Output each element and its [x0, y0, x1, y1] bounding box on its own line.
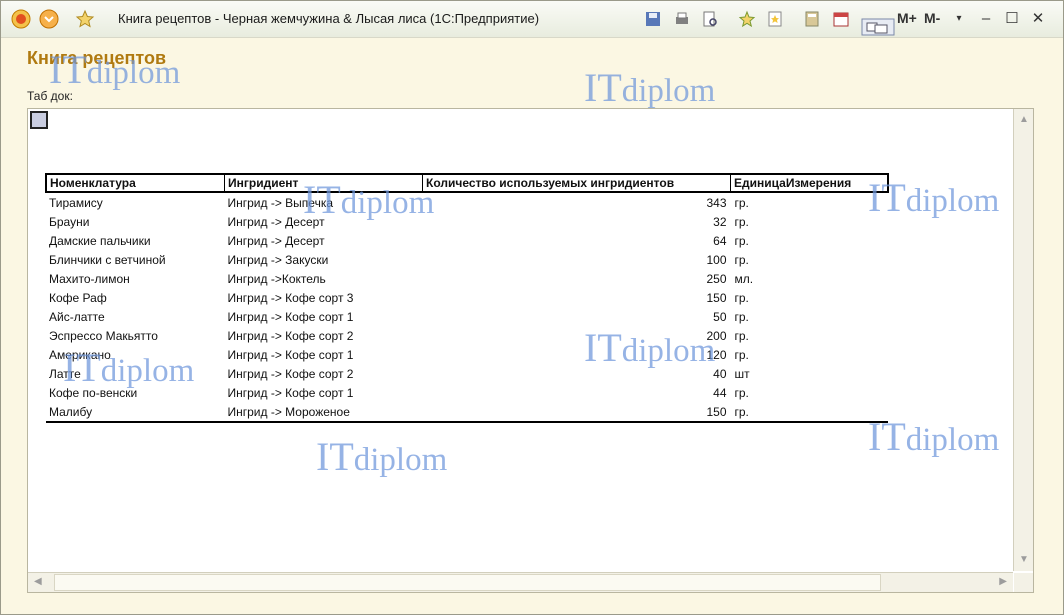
cell-ingredient: Ингрид -> Десерт [227, 233, 325, 248]
window-title: Книга рецептов - Черная жемчужина & Лыса… [118, 11, 540, 26]
toolbar-dropdown-icon[interactable]: ▾ [949, 9, 969, 29]
horizontal-scroll-thumb[interactable] [54, 574, 881, 591]
header-quantity[interactable]: Количество используемых ингридиентов [422, 173, 731, 193]
cell-unit: гр. [734, 195, 749, 210]
cell-unit: шт [734, 366, 750, 381]
cell-quantity: 150 [422, 402, 731, 423]
cell-unit: гр. [734, 347, 749, 362]
form-title: Книга рецептов [27, 48, 167, 68]
cell-unit: мл. [734, 271, 754, 286]
doc-field-label: Таб док: [27, 89, 73, 103]
cell-nomenclature: Эспрессо Макьятто [49, 328, 158, 343]
cell-unit: гр. [734, 233, 749, 248]
cell-unit: гр. [734, 252, 749, 267]
cell-nomenclature: Махито-лимон [49, 271, 130, 286]
maximize-icon[interactable]: ☐ [1002, 9, 1022, 29]
table-row[interactable]: Айс-латте Ингрид -> Кофе сорт 1 50 гр. [46, 307, 888, 326]
cell-nomenclature: Брауни [49, 214, 90, 229]
cell-ingredient: Ингрид -> Кофе сорт 2 [227, 328, 354, 343]
cell-ingredient: Ингрид -> Кофе сорт 2 [227, 366, 354, 381]
scroll-up-icon[interactable]: ▲ [1019, 114, 1029, 126]
memory-minus-button[interactable]: M- [924, 10, 940, 26]
table-header-row: Номенклатура Ингридиент Количество испол… [45, 173, 889, 193]
scroll-down-icon[interactable]: ▼ [1019, 554, 1029, 566]
cell-ingredient: Ингрид -> Кофе сорт 1 [227, 309, 354, 324]
calculator-icon[interactable] [803, 10, 821, 28]
print-preview-icon[interactable] [701, 10, 719, 28]
print-icon[interactable] [673, 10, 691, 28]
table-row[interactable]: Дамские пальчики Ингрид -> Десерт 64 гр. [46, 231, 888, 250]
cell-ingredient: Ингрид -> Кофе сорт 1 [227, 385, 354, 400]
cell-quantity: 150 [706, 290, 727, 305]
recipes-table: Номенклатура Ингридиент Количество испол… [45, 173, 889, 423]
table-row[interactable]: Кофе по-венски Ингрид -> Кофе сорт 1 44 гр. [46, 383, 888, 402]
cell-unit: гр. [734, 290, 749, 305]
minimize-icon[interactable]: – [976, 9, 996, 29]
spreadsheet-document[interactable]: Номенклатура Ингридиент Количество испол… [27, 108, 1034, 593]
calendar-icon[interactable] [832, 10, 850, 28]
cell-nomenclature: Блинчики с ветчиной [49, 252, 166, 267]
save-icon[interactable] [644, 10, 662, 28]
cell-quantity: 32 [713, 214, 727, 229]
cell-nomenclature: Латте [49, 366, 81, 381]
cell-unit: гр. [734, 309, 749, 324]
cell-nomenclature: Малибу [46, 402, 225, 423]
cell-quantity: 120 [706, 347, 727, 362]
cell-ingredient: Ингрид -> Кофе сорт 3 [227, 290, 354, 305]
cell-quantity: 343 [706, 195, 727, 210]
cell-ingredient: Ингрид -> Мороженое [224, 402, 423, 423]
table-row[interactable]: Блинчики с ветчиной Ингрид -> Закуски 100 г… [46, 250, 888, 269]
cell-unit: гр. [734, 214, 749, 229]
cell-unit: гр. [734, 328, 749, 343]
add-favorite-icon[interactable] [738, 10, 756, 28]
table-row[interactable]: Махито-лимон Ингрид ->Коктель 250 мл. [46, 269, 888, 288]
scroll-right-icon[interactable]: ▶ [999, 576, 1007, 588]
cell-ingredient: Ингрид ->Коктель [227, 271, 326, 286]
cell-quantity: 44 [713, 385, 727, 400]
cell-nomenclature: Кофе по-венски [49, 385, 138, 400]
app-logo-icon[interactable] [11, 9, 31, 29]
table-row[interactable]: Брауни Ингрид -> Десерт 32 гр. [46, 212, 888, 231]
table-row[interactable]: Тирамису Ингрид -> Выпечка 343 гр. [46, 192, 888, 212]
cell-nomenclature: Айс-латте [49, 309, 105, 324]
cell-quantity: 64 [713, 233, 727, 248]
header-ingredient[interactable]: Ингридиент [224, 173, 423, 193]
cell-ingredient: Ингрид -> Закуски [227, 252, 329, 267]
cell-nomenclature: Кофе Раф [49, 290, 107, 305]
cell-nomenclature: Американо [49, 347, 111, 362]
horizontal-scrollbar[interactable]: ◀ ▶ [28, 572, 1013, 592]
table-row[interactable]: Латте Ингрид -> Кофе сорт 2 40 шт [46, 364, 888, 383]
cell-ingredient: Ингрид -> Десерт [227, 214, 325, 229]
table-row[interactable]: Кофе Раф Ингрид -> Кофе сорт 3 150 гр. [46, 288, 888, 307]
cell-ingredient: Ингрид -> Кофе сорт 1 [227, 347, 354, 362]
header-nomenclature[interactable]: Номенклатура [45, 173, 225, 193]
vertical-scrollbar[interactable]: ▲ ▼ [1013, 109, 1033, 571]
cell-unit: гр. [730, 402, 888, 423]
scroll-left-icon[interactable]: ◀ [34, 576, 42, 588]
table-row[interactable]: Американо Ингрид -> Кофе сорт 1 120 гр. [46, 345, 888, 364]
favorites-star-icon[interactable] [75, 9, 95, 29]
cell-ingredient: Ингрид -> Выпечка [227, 195, 334, 210]
favorites-list-icon[interactable] [766, 10, 784, 28]
title-bar: Книга рецептов - Черная жемчужина & Лыса… [1, 1, 1063, 38]
table-row[interactable]: Малибу Ингрид -> Мороженое 150 гр. [46, 402, 888, 423]
watermark: ITdiplom [584, 65, 716, 110]
cell-nomenclature: Дамские пальчики [49, 233, 151, 248]
header-unit[interactable]: ЕдиницаИзмерения [730, 173, 889, 193]
table-row[interactable]: Эспрессо Макьятто Ингрид -> Кофе сорт 2 20… [46, 326, 888, 345]
cell-quantity: 100 [706, 252, 727, 267]
cell-cursor [30, 111, 48, 129]
cell-nomenclature: Тирамису [49, 195, 103, 210]
scrollbar-corner [1014, 573, 1033, 592]
cell-quantity: 200 [706, 328, 727, 343]
main-menu-icon[interactable] [39, 9, 59, 29]
cell-quantity: 250 [706, 271, 727, 286]
cell-unit: гр. [734, 385, 749, 400]
close-icon[interactable]: ✕ [1028, 9, 1048, 29]
memory-plus-button[interactable]: M+ [897, 10, 917, 26]
window-list-icon[interactable] [861, 18, 895, 36]
cell-quantity: 40 [713, 366, 727, 381]
cell-quantity: 50 [713, 309, 727, 324]
app-window: Книга рецептов - Черная жемчужина & Лыса… [0, 0, 1064, 615]
